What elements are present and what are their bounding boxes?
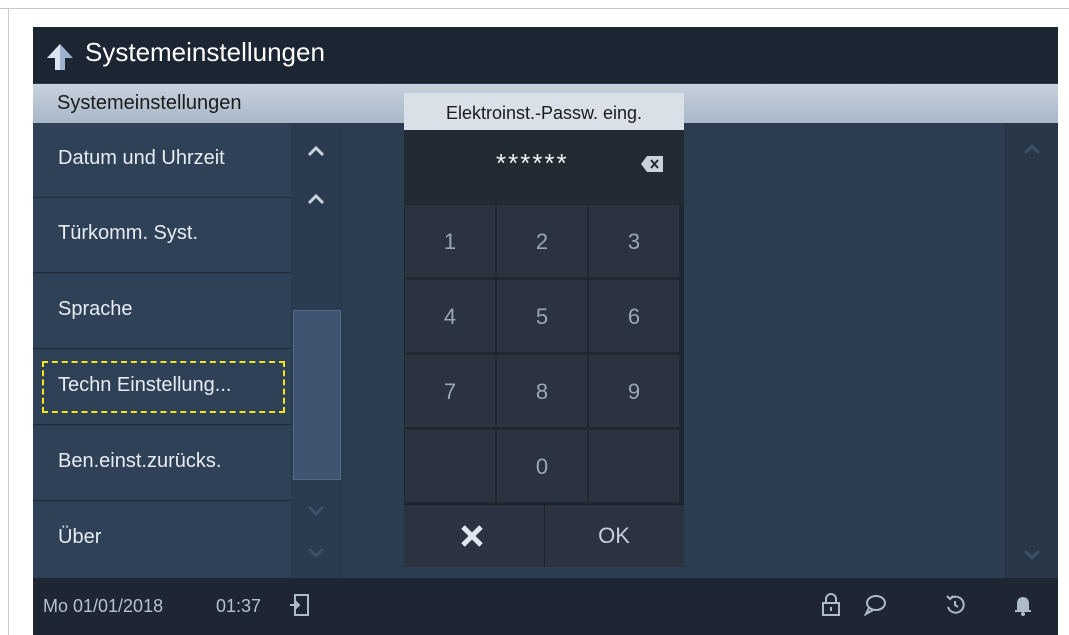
backspace-icon[interactable]	[641, 156, 663, 172]
menu-item-label: Über	[58, 526, 102, 548]
page-title: Systemeinstellungen	[85, 37, 325, 67]
device-screen: Systemeinstellungen Systemeinstellungen …	[33, 27, 1058, 635]
menu-item-label: Sprache	[58, 298, 133, 320]
status-date: Mo 01/01/2018	[43, 596, 164, 616]
menu-item-label: Techn Einstellung...	[58, 374, 232, 396]
chevron-down-icon[interactable]	[306, 504, 326, 516]
key-1[interactable]: 1	[404, 204, 496, 278]
chevron-down-icon[interactable]	[306, 546, 326, 558]
menu-item-date-time[interactable]: Datum und Uhrzeit	[33, 123, 291, 198]
key-9[interactable]: 9	[588, 354, 680, 428]
chevron-down-icon[interactable]	[1022, 548, 1042, 560]
status-time: 01:37	[216, 596, 262, 616]
menu-item-reset-user-settings[interactable]: Ben.einst.zurücks.	[33, 426, 291, 501]
key-6[interactable]: 6	[588, 279, 680, 353]
menu-item-language[interactable]: Sprache	[33, 274, 291, 349]
key-4[interactable]: 4	[404, 279, 496, 353]
dialog-actions: OK	[404, 504, 684, 567]
menu-item-door-communication[interactable]: Türkomm. Syst.	[33, 198, 291, 273]
chevron-up-icon[interactable]	[306, 193, 326, 205]
dialog-title: Elektroinst.-Passw. eing.	[445, 103, 643, 123]
key-empty-right	[588, 429, 680, 503]
status-bar: Mo 01/01/2018 01:37	[33, 578, 1058, 635]
key-empty-left	[404, 429, 496, 503]
menu-item-label: Ben.einst.zurücks.	[58, 450, 222, 472]
menu-item-technical-settings[interactable]: Techn Einstellung...	[33, 350, 291, 425]
key-7[interactable]: 7	[404, 354, 496, 428]
close-icon	[461, 525, 483, 547]
chevron-up-icon[interactable]	[306, 145, 326, 157]
settings-menu: Datum und Uhrzeit Türkomm. Syst. Sprache…	[33, 123, 291, 578]
key-8[interactable]: 8	[496, 354, 588, 428]
section-header-label: Systemeinstellungen	[57, 92, 242, 114]
outer-frame-left	[8, 8, 9, 635]
bell-icon[interactable]	[1011, 592, 1035, 618]
menu-item-about[interactable]: Über	[33, 502, 291, 577]
key-3[interactable]: 3	[588, 204, 680, 278]
password-dialog: Elektroinst.-Passw. eing. ****** 1 2 3 4…	[404, 93, 684, 567]
dialog-title-bar: Elektroinst.-Passw. eing.	[404, 93, 684, 130]
password-mask: ******	[496, 148, 569, 178]
chevron-up-icon[interactable]	[1022, 143, 1042, 155]
numeric-keypad: 1 2 3 4 5 6 7 8 9 0	[404, 204, 684, 504]
key-5[interactable]: 5	[496, 279, 588, 353]
menu-item-label: Datum und Uhrzeit	[58, 147, 225, 169]
right-scroll-column[interactable]	[1005, 123, 1058, 578]
title-bar: Systemeinstellungen	[33, 27, 1058, 83]
history-icon[interactable]	[943, 592, 967, 618]
menu-item-label: Türkomm. Syst.	[58, 222, 199, 244]
key-2[interactable]: 2	[496, 204, 588, 278]
scrollbar-thumb[interactable]	[293, 310, 341, 480]
ok-button[interactable]: OK	[544, 505, 684, 567]
menu-scrollbar[interactable]	[291, 123, 343, 578]
cancel-button[interactable]	[404, 505, 545, 567]
back-arrow-icon[interactable]	[45, 42, 75, 72]
key-0[interactable]: 0	[496, 429, 588, 503]
door-exit-icon[interactable]	[288, 592, 312, 618]
lock-icon[interactable]	[819, 592, 843, 618]
password-field[interactable]: ******	[404, 130, 684, 204]
chat-bubble-icon[interactable]	[863, 592, 887, 618]
